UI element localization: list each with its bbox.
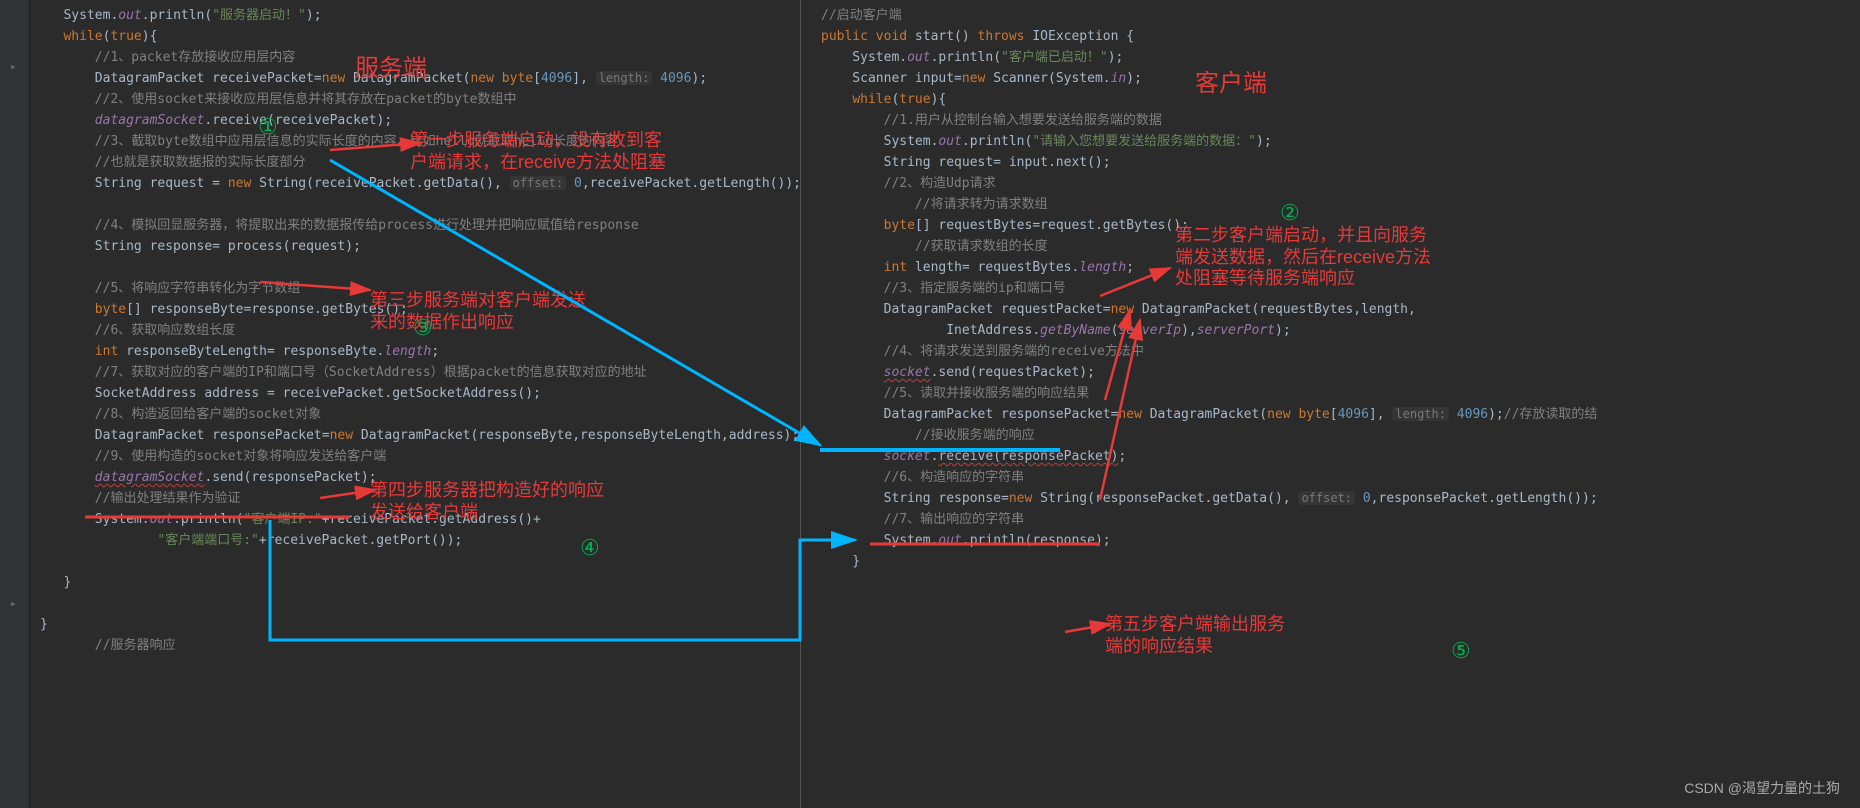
code: System.out.println("客户端IP:"+receivePacke… <box>40 509 790 530</box>
code-comment: //接收服务端的响应 <box>821 425 1850 446</box>
code: byte[] responseByte=response.getBytes(); <box>40 299 790 320</box>
code-comment: //2、构造Udp请求 <box>821 173 1850 194</box>
code: byte[] requestBytes=request.getBytes(); <box>821 215 1850 236</box>
code: } <box>821 551 1850 572</box>
code: DatagramPacket receivePacket=new Datagra… <box>40 68 790 89</box>
code: String response= process(request); <box>40 236 790 257</box>
code-comment: //1.用户从控制台输入想要发送给服务端的数据 <box>821 110 1850 131</box>
code: String request = new String(receivePacke… <box>40 173 790 194</box>
code-comment: //7、获取对应的客户端的IP和端口号（SocketAddress）根据pack… <box>40 362 790 383</box>
code-comment: //4、将请求发送到服务端的receive方法中 <box>821 341 1850 362</box>
code-comment: //5、读取并接收服务端的响应结果 <box>821 383 1850 404</box>
code-comment: //9、使用构造的socket对象将响应发送给客户端 <box>40 446 790 467</box>
code: datagramSocket.receive(receivePacket); <box>40 110 790 131</box>
code-comment: //6、获取响应数组长度 <box>40 320 790 341</box>
watermark: CSDN @渴望力量的土狗 <box>1684 778 1840 798</box>
code: int length= requestBytes.length; <box>821 257 1850 278</box>
code <box>40 257 790 278</box>
code: socket.receive(responsePacket); <box>821 446 1850 467</box>
code-comment: //6、构造响应的字符串 <box>821 467 1850 488</box>
code-comment: //3、截取byte数组中应用层信息的实际长度的内容，比如hello就截取hel… <box>40 131 790 152</box>
code: while(true){ <box>40 26 790 47</box>
code-comment: //也就是获取数据报的实际长度部分 <box>40 152 790 173</box>
code: } <box>40 572 790 593</box>
code-comment: //获取请求数组的长度 <box>821 236 1850 257</box>
gutter-arrow-icon[interactable]: ▸ <box>10 60 17 73</box>
code <box>40 194 790 215</box>
code-comment: //启动客户端 <box>821 5 1850 26</box>
code: datagramSocket.send(responsePacket); <box>40 467 790 488</box>
code: SocketAddress address = receivePacket.ge… <box>40 383 790 404</box>
code: public void start() throws IOException { <box>821 26 1850 47</box>
code: System.out.println("请输入您想要发送给服务端的数据："); <box>821 131 1850 152</box>
code: "客户端端口号:"+receivePacket.getPort()); <box>40 530 790 551</box>
code-comment: //服务器响应 <box>40 635 790 656</box>
code: String response=new String(responsePacke… <box>821 488 1850 509</box>
code-comment: //3、指定服务端的ip和端口号 <box>821 278 1850 299</box>
code: System.out.println("服务器启动！"); <box>40 5 790 26</box>
server-code-pane[interactable]: System.out.println("服务器启动！"); while(true… <box>30 0 800 808</box>
code <box>40 551 790 572</box>
code-comment: //4、模拟回显服务器，将提取出来的数据报传给process进行处理并把响应赋值… <box>40 215 790 236</box>
code: socket.send(requestPacket); <box>821 362 1850 383</box>
code: InetAddress.getByName(serverIp),serverPo… <box>821 320 1850 341</box>
code-comment: //5、将响应字符串转化为字节数组 <box>40 278 790 299</box>
code: System.out.println(response); <box>821 530 1850 551</box>
code-comment: //2、使用socket来接收应用层信息并将其存放在packet的byte数组中 <box>40 89 790 110</box>
code: while(true){ <box>821 89 1850 110</box>
code <box>40 593 790 614</box>
code: String request= input.next(); <box>821 152 1850 173</box>
code-comment: //1、packet存放接收应用层内容 <box>40 47 790 68</box>
code: Scanner input=new Scanner(System.in); <box>821 68 1850 89</box>
code: } <box>40 614 790 635</box>
code-comment: //8、构造返回给客户端的socket对象 <box>40 404 790 425</box>
code: DatagramPacket requestPacket=new Datagra… <box>821 299 1850 320</box>
code: DatagramPacket responsePacket=new Datagr… <box>821 404 1850 425</box>
code-comment: //7、输出响应的字符串 <box>821 509 1850 530</box>
code: System.out.println("客户端已启动！"); <box>821 47 1850 68</box>
code: DatagramPacket responsePacket=new Datagr… <box>40 425 790 446</box>
gutter: ▸ ▸ <box>0 0 30 808</box>
code-comment: //将请求转为请求数组 <box>821 194 1850 215</box>
client-code-pane[interactable]: //启动客户端 public void start() throws IOExc… <box>800 0 1860 808</box>
gutter-breakpoint-icon[interactable]: ▸ <box>10 597 17 610</box>
code-comment: //输出处理结果作为验证 <box>40 488 790 509</box>
code: int responseByteLength= responseByte.len… <box>40 341 790 362</box>
editor-container: ▸ ▸ System.out.println("服务器启动！"); while(… <box>0 0 1860 808</box>
